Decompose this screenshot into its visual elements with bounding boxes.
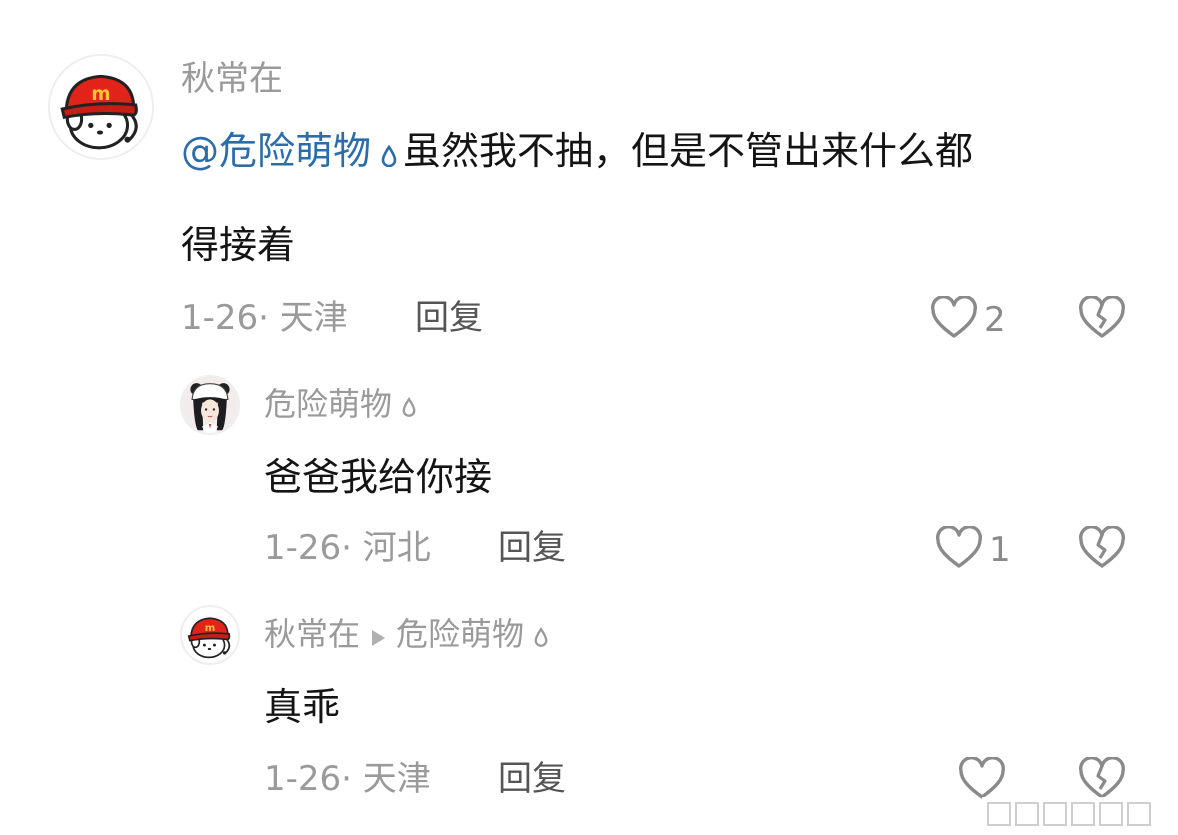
watermark [982,797,1172,831]
reply-username: 秋常在 危险萌物 [264,618,554,652]
comment-content-line: @危险萌物 虽然我不抽，但是不管出来什么都 [181,132,973,173]
reply-username[interactable]: 危险萌物 [264,388,422,422]
reply-content: 真乖 [264,685,341,729]
broken-heart-icon [1078,525,1126,574]
like-count: 2 [984,300,1006,340]
svg-text:m: m [91,84,110,105]
water-drop-icon [402,390,416,422]
reply-to-username[interactable]: 危险萌物 [396,615,524,653]
reply-button[interactable]: 回复 [498,531,566,565]
comment-meta: 1-26· 天津 [181,298,348,338]
username-text: 危险萌物 [264,385,393,423]
mcdonalds-cap-dog-icon: m [182,607,238,663]
water-drop-icon [381,135,397,173]
like-button[interactable]: 1 [935,525,1011,574]
dislike-button[interactable] [1078,525,1126,574]
heart-outline-icon [935,525,983,574]
svg-text:m: m [205,623,216,634]
comment-username[interactable]: 秋常在 [181,62,283,96]
avatar[interactable] [180,375,240,435]
water-drop-icon [534,620,548,652]
reply-button[interactable]: 回复 [415,301,483,335]
heart-outline-icon [930,295,978,344]
broken-heart-icon [1078,295,1126,344]
reply-content: 爸爸我给你接 [264,455,493,499]
anime-girl-panda-hat-icon [182,377,238,433]
reply-meta: 1-26· 天津 [264,759,431,799]
play-arrow-icon [370,620,386,652]
comment-text: 虽然我不抽，但是不管出来什么都 [403,129,974,173]
mention-link[interactable]: @危险萌物 [181,129,371,173]
mcdonalds-cap-dog-icon: m [50,56,152,158]
avatar[interactable]: m [180,605,240,665]
like-count: 1 [989,530,1011,570]
reply-button[interactable]: 回复 [498,762,566,796]
username-text[interactable]: 秋常在 [264,615,360,653]
comment-text-continuation: 得接着 [181,223,296,267]
reply-meta: 1-26· 河北 [264,528,431,568]
like-button[interactable]: 2 [930,295,1006,344]
avatar[interactable]: m [48,54,154,160]
dislike-button[interactable] [1078,295,1126,344]
